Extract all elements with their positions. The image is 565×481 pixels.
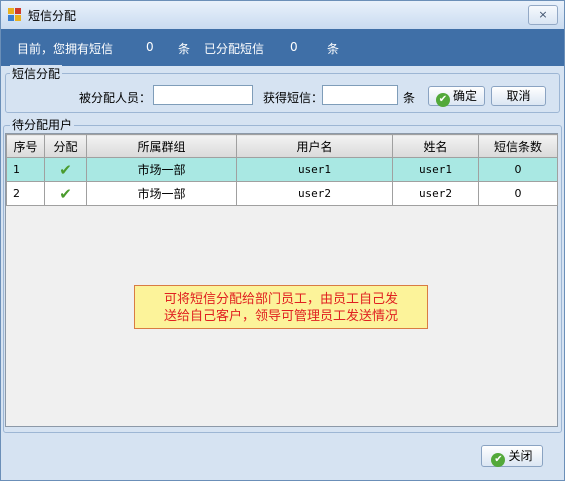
owned-sms-count: 0 (146, 40, 154, 54)
col-header-username[interactable]: 用户名 (236, 134, 393, 158)
cell-username: user2 (236, 181, 393, 206)
cell-group: 市场一部 (86, 157, 237, 182)
assigned-sms-unit: 条 (327, 42, 340, 56)
col-header-group[interactable]: 所属群组 (86, 134, 237, 158)
hint-line-2: 送给自己客户，领导可管理员工发送情况 (163, 309, 398, 324)
col-header-index[interactable]: 序号 (6, 134, 45, 158)
sms-allocation-window: 短信分配 × 目前，您拥有短信 0 条 已分配短信 0 条 短信分配 被分配人员… (0, 0, 565, 481)
sms-amount-label: 获得短信： (263, 91, 324, 105)
col-header-sms-count[interactable]: 短信条数 (478, 134, 558, 158)
header-row: 序号 分配 所属群组 用户名 姓名 短信条数 (6, 134, 558, 158)
confirm-label: 确定 (452, 89, 477, 103)
cancel-label: 取消 (506, 89, 531, 103)
sms-summary-bar: 目前，您拥有短信 0 条 已分配短信 0 条 (1, 29, 564, 66)
close-icon: × (538, 8, 548, 21)
cell-assign[interactable]: ✔ (44, 181, 87, 206)
cell-group: 市场一部 (86, 181, 237, 206)
cell-name: user1 (392, 157, 479, 182)
owned-sms-label: 目前，您拥有短信 (17, 42, 114, 56)
hint-tooltip: 可将短信分配给部门员工，由员工自己发 送给自己客户，领导可管理员工发送情况 (134, 285, 428, 329)
col-header-assign[interactable]: 分配 (44, 134, 87, 158)
assigned-sms-label: 已分配短信 (204, 42, 265, 56)
cell-sms-count: 0 (478, 181, 558, 206)
owned-sms-unit: 条 (178, 42, 191, 56)
cell-index: 1 (6, 157, 45, 182)
close-label: 关闭 (508, 449, 533, 463)
assigned-sms-count: 0 (290, 40, 298, 54)
sms-amount-input[interactable] (322, 85, 398, 105)
users-table: 序号 分配 所属群组 用户名 姓名 短信条数 1 ✔ 市场一部 user1 us… (6, 134, 558, 206)
sms-amount-unit: 条 (403, 91, 416, 105)
cell-username: user1 (236, 157, 393, 182)
table-row[interactable]: 1 ✔ 市场一部 user1 user1 0 (6, 157, 558, 182)
title-bar: 短信分配 × (1, 1, 564, 29)
check-icon: ✔ (435, 93, 450, 107)
users-grid: 序号 分配 所属群组 用户名 姓名 短信条数 1 ✔ 市场一部 user1 us… (5, 133, 558, 427)
cancel-button[interactable]: 取消 (491, 86, 546, 106)
cell-sms-count: 0 (478, 157, 558, 182)
users-group-title: 待分配用户 (10, 116, 75, 133)
window-close-button[interactable]: × (528, 5, 558, 25)
hint-line-1: 可将短信分配给部门员工，由员工自己发 (163, 292, 398, 307)
assignee-label: 被分配人员： (79, 91, 152, 105)
app-icon (8, 8, 22, 22)
close-button[interactable]: ✔ 关闭 (481, 445, 543, 467)
col-header-name[interactable]: 姓名 (392, 134, 479, 158)
cell-index: 2 (6, 181, 45, 206)
assignee-input[interactable] (153, 85, 253, 105)
check-icon: ✔ (491, 453, 506, 467)
check-icon: ✔ (59, 160, 72, 179)
window-title: 短信分配 (28, 9, 77, 23)
check-icon: ✔ (59, 184, 72, 203)
cell-name: user2 (392, 181, 479, 206)
cell-assign[interactable]: ✔ (44, 157, 87, 182)
assign-group-title: 短信分配 (10, 65, 63, 82)
table-row[interactable]: 2 ✔ 市场一部 user2 user2 0 (6, 181, 558, 206)
confirm-button[interactable]: ✔ 确定 (428, 86, 485, 107)
